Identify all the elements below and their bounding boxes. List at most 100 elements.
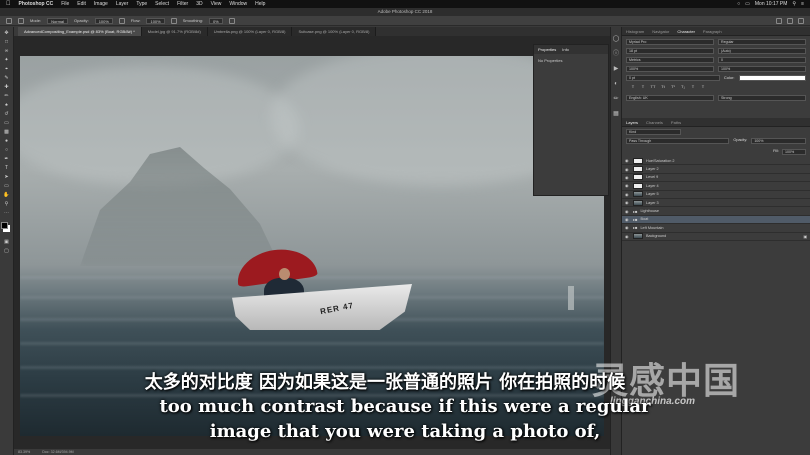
superscript-icon[interactable]: T¹: [670, 84, 676, 89]
wifi-icon[interactable]: ○: [737, 1, 740, 7]
zoom-tool-icon[interactable]: ⚲: [3, 200, 11, 207]
doc-tab-suitcase[interactable]: Suitcase.png @ 100% (Layer 0, RGB/8): [292, 27, 377, 36]
tracking-field[interactable]: 0: [718, 57, 806, 63]
foreground-color-swatch[interactable]: [1, 222, 8, 229]
tab-channels[interactable]: Channels: [646, 118, 663, 126]
zoom-readout[interactable]: 83.39%: [18, 449, 30, 455]
opacity-field[interactable]: 100%: [94, 17, 113, 24]
history-brush-icon[interactable]: ↺: [3, 110, 11, 117]
menu-edit[interactable]: Edit: [77, 1, 86, 7]
doc-size-readout[interactable]: Doc: 32.6M/394.9M: [42, 449, 73, 455]
tab-layers[interactable]: Layers: [626, 118, 638, 126]
menu-file[interactable]: File: [61, 1, 69, 7]
baseline-shift-field[interactable]: 0 pt: [626, 75, 720, 81]
faux-italic-icon[interactable]: T: [640, 84, 646, 89]
menu-window[interactable]: Window: [229, 1, 247, 7]
horizontal-scale-field[interactable]: 100%: [718, 66, 806, 72]
menu-list-icon[interactable]: ≡: [801, 1, 804, 7]
language-select[interactable]: English: UK: [626, 95, 714, 101]
battery-icon[interactable]: ▭: [745, 1, 750, 7]
hand-tool-icon[interactable]: ✋: [3, 191, 11, 198]
pressure-opacity-icon[interactable]: [118, 17, 125, 24]
visibility-eye-icon[interactable]: ◉: [625, 183, 630, 188]
underline-icon[interactable]: T: [690, 84, 696, 89]
layer-row[interactable]: ◉ Layer 4: [622, 182, 810, 191]
brush-settings-icon[interactable]: ✏: [613, 96, 620, 102]
strikethrough-icon[interactable]: T: [700, 84, 706, 89]
visibility-eye-icon[interactable]: ◉: [625, 158, 630, 163]
tab-histogram[interactable]: Histogram: [626, 27, 644, 35]
menu-3d[interactable]: 3D: [196, 1, 202, 7]
eyedropper-icon[interactable]: ✎: [3, 74, 11, 81]
smoothing-field[interactable]: 0%: [208, 17, 223, 24]
apple-icon[interactable]: : [6, 1, 11, 7]
tab-properties[interactable]: Properties: [538, 45, 556, 54]
visibility-eye-icon[interactable]: ◉: [625, 225, 630, 230]
shape-tool-icon[interactable]: ▭: [3, 182, 11, 189]
crop-tool-icon[interactable]: ⌖: [3, 65, 11, 72]
layer-row[interactable]: ◉ Layer 5: [622, 191, 810, 199]
doc-tab-model[interactable]: Model.jpg @ 91.7% (RGB/8#): [141, 27, 208, 36]
antialias-select[interactable]: Strong: [718, 95, 806, 101]
tab-character[interactable]: Character: [677, 27, 695, 35]
blur-tool-icon[interactable]: ●: [3, 137, 11, 144]
search-icon[interactable]: ⚲: [792, 1, 796, 7]
blend-mode-select[interactable]: Pass Through: [626, 138, 730, 144]
menu-clock[interactable]: Mon 10:17 PM: [755, 1, 788, 7]
pen-tool-icon[interactable]: ✒: [3, 155, 11, 162]
clone-stamp-icon[interactable]: ♠: [3, 101, 11, 108]
faux-bold-icon[interactable]: T: [630, 84, 636, 89]
fill-field[interactable]: 100%: [782, 149, 806, 155]
tab-info[interactable]: Info: [562, 45, 569, 54]
eraser-tool-icon[interactable]: ▭: [3, 119, 11, 126]
doc-tab-composite[interactable]: AdvancedCompositing_Example.psd @ 83% (B…: [18, 27, 142, 36]
layer-opacity-field[interactable]: 100%: [751, 138, 806, 144]
layer-row[interactable]: ◉ Layer 3: [622, 199, 810, 208]
tab-navigator[interactable]: Navigator: [652, 27, 669, 35]
visibility-eye-icon[interactable]: ◉: [625, 175, 630, 180]
search-icon[interactable]: [776, 17, 782, 24]
layer-row[interactable]: ◉ Layer 2: [622, 165, 810, 174]
leading-field[interactable]: (Auto): [718, 48, 806, 54]
visibility-eye-icon[interactable]: ◉: [625, 192, 630, 197]
layer-row[interactable]: ◉ Level 9: [622, 174, 810, 183]
visibility-eye-icon[interactable]: ◉: [625, 209, 630, 214]
tab-paths[interactable]: Paths: [671, 118, 681, 126]
quick-mask-icon[interactable]: ▣: [3, 238, 11, 245]
healing-brush-icon[interactable]: ✚: [3, 83, 11, 90]
font-style-select[interactable]: Regular: [718, 39, 806, 45]
flow-field[interactable]: 100%: [146, 17, 165, 24]
layer-row[interactable]: ◉ Background ▣: [622, 233, 810, 241]
brush-tool-icon[interactable]: [6, 17, 12, 24]
font-family-select[interactable]: Myriad Pro: [626, 39, 714, 45]
menu-image[interactable]: Image: [94, 1, 108, 7]
kerning-field[interactable]: Metrics: [626, 57, 714, 63]
mode-select[interactable]: Normal: [47, 17, 69, 24]
dodge-tool-icon[interactable]: ○: [3, 146, 11, 153]
menu-view[interactable]: View: [211, 1, 222, 7]
menu-select[interactable]: Select: [155, 1, 169, 7]
menu-help[interactable]: Help: [255, 1, 265, 7]
vertical-scale-field[interactable]: 100%: [626, 66, 714, 72]
text-color-swatch[interactable]: [738, 75, 806, 81]
menu-layer[interactable]: Layer: [116, 1, 129, 7]
history-icon[interactable]: ◯: [613, 36, 620, 42]
layer-row[interactable]: ◉ Hue/Saturation 2: [622, 157, 810, 166]
subscript-icon[interactable]: T₁: [680, 84, 686, 89]
quick-select-icon[interactable]: ✦: [3, 56, 11, 63]
layer-group-row[interactable]: ◉ ▸■ Left Mountain: [622, 224, 810, 233]
move-tool-icon[interactable]: ✥: [3, 29, 11, 36]
tab-paragraph[interactable]: Paragraph: [703, 27, 722, 35]
visibility-eye-icon[interactable]: ◉: [625, 217, 630, 222]
menu-type[interactable]: Type: [136, 1, 147, 7]
info-icon[interactable]: ⓘ: [613, 51, 620, 57]
menu-app-name[interactable]: Photoshop CC: [19, 1, 54, 7]
type-tool-icon[interactable]: T: [3, 164, 11, 171]
layer-group-row[interactable]: ◉ ▸■ Lighthouse: [622, 207, 810, 216]
screen-mode-icon[interactable]: ▢: [3, 247, 11, 254]
visibility-eye-icon[interactable]: ◉: [625, 200, 630, 205]
brush-tool-icon[interactable]: ✏: [3, 92, 11, 99]
layer-filter-select[interactable]: Kind: [626, 129, 681, 135]
visibility-eye-icon[interactable]: ◉: [625, 234, 630, 239]
adjustments-icon[interactable]: ◐: [613, 81, 620, 87]
